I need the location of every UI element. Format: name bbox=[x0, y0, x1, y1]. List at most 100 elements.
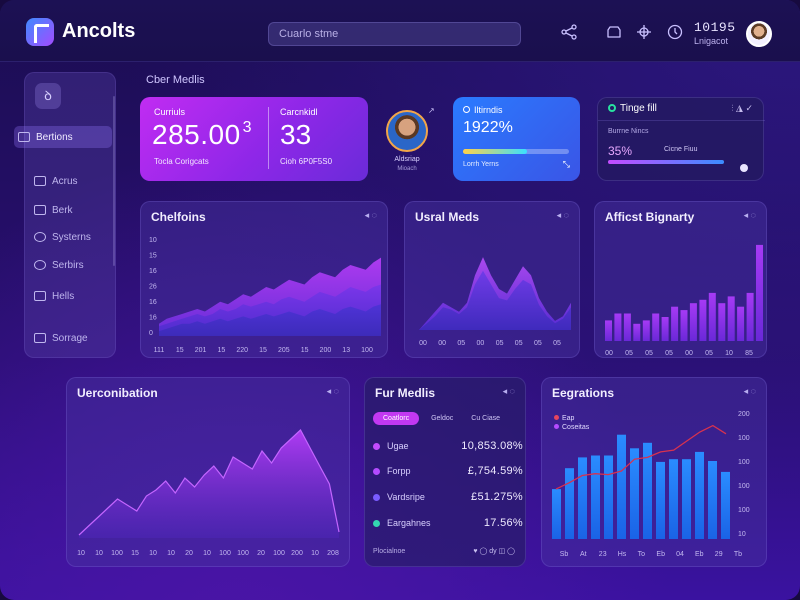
bar bbox=[680, 310, 688, 341]
app-title: Ancolts bbox=[62, 20, 136, 42]
bar bbox=[605, 320, 612, 341]
list-item[interactable]: Ugae 10,853.08% bbox=[373, 440, 523, 456]
x-tick-label: Eb bbox=[695, 551, 704, 558]
sidebar-item-bertions[interactable]: Bertions bbox=[14, 126, 112, 148]
box-icon[interactable] bbox=[605, 24, 623, 42]
y-tick-label: 100 bbox=[738, 483, 750, 490]
sidebar-item-label: Serbirs bbox=[52, 259, 84, 271]
kpi-b-label: Carcnkidl bbox=[280, 107, 318, 117]
bar bbox=[727, 296, 735, 341]
user-avatar[interactable] bbox=[746, 21, 772, 47]
kpi-b-value: 33 bbox=[280, 119, 312, 150]
card-actions-icon[interactable]: ◂ ◌ bbox=[503, 386, 515, 397]
x-tick-label: 10 bbox=[311, 550, 319, 557]
status-card[interactable]: Tinge fill ⫶ ◮ ✓ Burrne Nincs 35% Cicne … bbox=[597, 97, 765, 181]
search-input[interactable] bbox=[268, 22, 521, 46]
x-tick-label: 05 bbox=[665, 350, 673, 357]
toggle-dot[interactable] bbox=[740, 164, 748, 172]
x-tick-label: 15 bbox=[218, 347, 226, 354]
x-tick-label: 23 bbox=[599, 551, 607, 558]
x-tick-label: 05 bbox=[553, 340, 561, 347]
bar bbox=[617, 434, 626, 539]
x-tick-label: 100 bbox=[111, 550, 123, 557]
x-tick-label: 05 bbox=[496, 340, 504, 347]
divider bbox=[598, 120, 765, 121]
x-tick-label: 29 bbox=[715, 551, 723, 558]
afficst-card: Afficst Bignarty ◂ ◌ 00 05 05 05 00 05 10 85 bbox=[594, 201, 767, 358]
kpi-divider bbox=[268, 107, 269, 169]
status-card-percent: 35% bbox=[608, 144, 633, 158]
sidebar-item-berk[interactable]: Berk bbox=[30, 199, 110, 221]
x-tick-label: 15 bbox=[301, 347, 309, 354]
tab-coatlorc[interactable]: Coatlorc bbox=[373, 412, 420, 425]
list-item[interactable]: Forpp £,754.59% bbox=[373, 465, 523, 481]
y-tick-label: 100 bbox=[738, 507, 750, 514]
profile-avatar[interactable] bbox=[386, 110, 428, 152]
status-card-sub: Burrne Nincs bbox=[608, 128, 649, 135]
y-tick-label: 10 bbox=[738, 531, 746, 538]
list-item-value: £,754.59% bbox=[467, 465, 523, 477]
x-tick-label: 205 bbox=[278, 347, 290, 354]
list-item[interactable]: Eargahnes 17.56% bbox=[373, 517, 523, 533]
bar bbox=[699, 299, 707, 341]
tab-cu-ciase[interactable]: Cu Ciase bbox=[465, 412, 506, 425]
list-item-name: Eargahnes bbox=[387, 518, 431, 528]
kpi-card[interactable]: Curriuls 285.00 3 Tocla Corigcats Carcnki… bbox=[140, 97, 368, 181]
x-tick-label: 200 bbox=[291, 550, 303, 557]
clock-icon[interactable] bbox=[666, 24, 684, 42]
share-icon[interactable] bbox=[560, 24, 578, 42]
sidebar-scrollbar[interactable] bbox=[113, 96, 115, 266]
x-tick-label: 208 bbox=[327, 550, 339, 557]
list-title: Fur Medlis bbox=[375, 386, 436, 400]
sidebar-item-sorrage[interactable]: Sorrage bbox=[30, 327, 110, 349]
x-tick-label: 10 bbox=[725, 350, 733, 357]
bar bbox=[708, 292, 716, 341]
x-tick-label: 15 bbox=[131, 550, 139, 557]
y-tick-label: 100 bbox=[738, 459, 750, 466]
kpi-b-sub: Cioh 6P0F5S0 bbox=[280, 157, 333, 166]
x-tick-label: 13 bbox=[342, 347, 350, 354]
kpi-a-value: 285.00 3 bbox=[152, 119, 252, 151]
x-tick-label: To bbox=[638, 551, 646, 558]
expand-icon[interactable]: ⤡ bbox=[563, 159, 570, 170]
status-card-actions[interactable]: ⫶ ◮ ✓ bbox=[731, 103, 753, 114]
bar bbox=[652, 313, 660, 341]
footer-icons[interactable]: ♥ ◯ dy ◫ ◯ bbox=[473, 547, 515, 555]
sidebar-item-label: Systerns bbox=[52, 231, 91, 243]
bar bbox=[689, 303, 697, 341]
sidebar-item-label: Sorrage bbox=[52, 332, 88, 344]
list-item[interactable]: Vardsripe £51.275% bbox=[373, 491, 523, 507]
bar bbox=[656, 461, 665, 539]
x-tick-label: 05 bbox=[534, 340, 542, 347]
progress-card[interactable]: Iltirndis 1922% Lorrh Yerns ⤡ bbox=[453, 97, 580, 181]
grid-icon bbox=[34, 205, 46, 215]
user-meta: 10195 Lnigacot bbox=[694, 20, 736, 46]
sidebar-item-serbirs[interactable]: Serbirs bbox=[30, 254, 110, 276]
sidebar-item-label: Acrus bbox=[52, 175, 78, 187]
x-tick-label: 05 bbox=[645, 350, 653, 357]
gear-icon bbox=[34, 260, 46, 270]
bar bbox=[623, 313, 631, 341]
progress-track bbox=[463, 149, 569, 154]
external-link-icon[interactable]: ↗ bbox=[428, 106, 435, 115]
usral-chart: 00 00 05 00 05 05 05 05 bbox=[419, 257, 571, 347]
section-title: Cber Medlis bbox=[146, 74, 205, 86]
sidebar-logo-icon[interactable]: ꝺ bbox=[35, 83, 61, 109]
tab-geldoc[interactable]: Geldoc bbox=[425, 412, 459, 425]
x-tick-label: 00 bbox=[419, 340, 427, 347]
uerconibation-chart: 10 10 100 15 10 10 20 10 100 100 20 100 200 10 208 bbox=[77, 429, 340, 557]
x-tick-label: 20 bbox=[185, 550, 193, 557]
bar bbox=[721, 471, 730, 539]
app-logo-icon[interactable] bbox=[26, 18, 54, 46]
sidebar-item-acrus[interactable]: Acrus bbox=[30, 170, 110, 192]
x-tick-label: 05 bbox=[705, 350, 713, 357]
x-tick-label: 15 bbox=[259, 347, 267, 354]
afficst-chart: 00 05 05 05 00 05 10 85 bbox=[605, 244, 763, 357]
crosshair-icon[interactable] bbox=[635, 24, 653, 42]
sidebar-item-systerns[interactable]: Systerns bbox=[30, 226, 110, 248]
list-tabs: Coatlorc Geldoc Cu Ciase bbox=[373, 412, 506, 425]
list-item-value: 10,853.08% bbox=[461, 440, 523, 452]
x-tick-label: 100 bbox=[219, 550, 231, 557]
sidebar-item-hells[interactable]: Hells bbox=[30, 285, 110, 307]
fur-medlis-card: Fur Medlis ◂ ◌ Coatlorc Geldoc Cu Ciase … bbox=[364, 377, 526, 567]
